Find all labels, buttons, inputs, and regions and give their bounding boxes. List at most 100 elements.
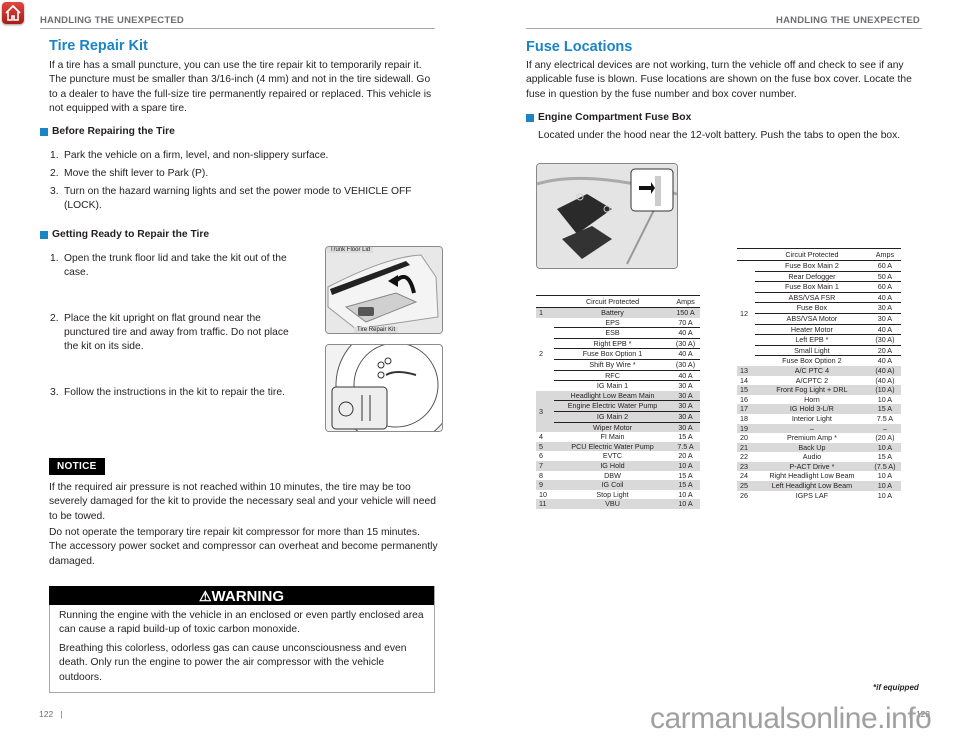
circuit-protected: DBW	[604, 470, 621, 480]
table-row: 7 IG Hold 10 A	[536, 460, 700, 471]
watermark: carmanualsonline.info	[650, 702, 932, 735]
circuit-protected: ABS/VSA FSR	[755, 292, 869, 304]
table-row: IG Main 1 30 A	[536, 381, 700, 391]
subheading-before: Before Repairing the Tire	[40, 126, 175, 137]
fuse-table-1: Circuit Protected Amps 1 Battery 150 A 2 EPS…	[536, 295, 700, 509]
amps: 50 A	[868, 271, 901, 283]
warning-paragraph-2: Breathing this colorless, odorless gas c…	[59, 643, 407, 683]
before-steps: 1. Park the vehicle on a firm, level, and…	[50, 149, 420, 213]
circuit-protected: Fuse Box Option 1	[554, 348, 672, 360]
amps: (30 A)	[671, 338, 700, 350]
amps: 10 A	[671, 460, 700, 471]
amps: 10 A	[868, 442, 901, 453]
table-row: 25 Left Headlight Low Beam 10 A	[737, 481, 901, 491]
amps: 40 A	[671, 370, 700, 382]
fuse-number: 22	[740, 452, 748, 462]
trunk-illustration: Trunk Floor Lid Tire Repair Kit	[325, 246, 443, 334]
circuit-protected: IG Coil	[554, 480, 672, 490]
amps: 7.5 A	[671, 441, 700, 452]
amps: 30 A	[671, 390, 700, 402]
subheading-text: Engine Compartment Fuse Box	[538, 112, 692, 123]
ready-steps: 1. Open the trunk floor lid and take the …	[50, 252, 300, 400]
circuit-protected: Battery	[554, 307, 672, 318]
amps: 15 A	[868, 404, 901, 414]
fuse-number: 6	[539, 451, 543, 461]
amps: 40 A	[877, 356, 893, 366]
amps: 30 A	[868, 313, 901, 325]
circuit-protected: Right EPB *	[554, 338, 672, 350]
amps: 10 A	[877, 394, 893, 404]
fuse-box-location-text: Located under the hood near the 12-volt …	[538, 130, 901, 141]
amps: 15 A	[671, 480, 700, 490]
table-row: 24 Right Headlight Low Beam 10 A	[737, 471, 901, 481]
circuit-protected: A/C PTC 4	[755, 365, 869, 376]
table-row: Engine Electric Water Pump 30 A	[536, 400, 700, 412]
amps: (10 A)	[868, 385, 901, 395]
warning-header: ⚠WARNING	[49, 586, 434, 605]
fuse-number: 3	[536, 390, 554, 433]
table-row: Shift By Wire * (30 A)	[536, 359, 700, 371]
subheading-engine-fuse-box: Engine Compartment Fuse Box	[526, 112, 691, 123]
circuit-protected: RFC	[554, 370, 672, 382]
circuit-protected: Rear Defogger	[755, 271, 869, 283]
fuse-number: 14	[740, 375, 748, 385]
table-row: 2 EPS 70 A	[536, 317, 700, 358]
amps: 15 A	[877, 452, 893, 462]
page-title: Tire Repair Kit	[49, 38, 148, 54]
circuit-protected: IG Main 1	[596, 381, 629, 391]
fuse-box-illustration	[536, 163, 678, 269]
table-row: 6 EVTC 20 A	[536, 451, 700, 461]
circuit-protected: ESB	[554, 327, 672, 339]
table-row: ESB 40 A	[536, 327, 700, 339]
table-row: Wiper Motor 30 A	[536, 422, 700, 433]
table-row: 16 Horn 10 A	[737, 395, 901, 405]
amps: 7.5 A	[876, 413, 894, 423]
fuse-number: 21	[737, 442, 755, 453]
subheading-ready: Getting Ready to Repair the Tire	[40, 229, 209, 240]
amps: (40 A)	[868, 365, 901, 376]
amps: (20 A)	[875, 433, 895, 443]
circuit-protected: –	[755, 423, 869, 434]
amps: 150 A	[671, 307, 700, 318]
home-button[interactable]	[2, 2, 24, 24]
amps: (30 A)	[868, 334, 901, 346]
fuse-number: 20	[740, 433, 748, 443]
fuse-number: 17	[737, 404, 755, 414]
fuse-number: 26	[740, 490, 748, 500]
warning-paragraph-1: Running the engine with the vehicle in a…	[59, 610, 424, 636]
circuit-protected: PCU Electric Water Pump	[554, 441, 672, 452]
amps: 30 A	[671, 411, 700, 423]
home-icon	[5, 4, 21, 21]
amps: 10 A	[678, 489, 693, 499]
amps: 10 A	[868, 481, 901, 491]
figure-label-trunk-floor-lid: Trunk Floor Lid	[327, 247, 374, 253]
circuit-protected: EVTC	[602, 451, 623, 461]
table-row: 26 IGPS LAF 10 A	[737, 491, 901, 501]
step-item: 1. Park the vehicle on a firm, level, and…	[50, 150, 329, 161]
fuse-title: Fuse Locations	[526, 39, 633, 55]
table-header-row: Circuit Protected Amps	[536, 295, 700, 308]
fuse-number: 10	[539, 489, 547, 499]
section-header: HANDLING THE UNEXPECTED	[40, 15, 184, 26]
amps: 40 A	[671, 327, 700, 339]
fuse-number: 23	[737, 461, 755, 472]
circuit-protected: Small Light	[755, 345, 869, 357]
fuse-number: 11	[536, 499, 554, 509]
amps: –	[868, 423, 901, 434]
fuse-number: 18	[740, 413, 748, 423]
circuit-protected: Back Up	[755, 442, 869, 453]
column-header-amps: Amps	[868, 248, 901, 261]
table-row: 13 A/C PTC 4 (40 A)	[737, 365, 901, 376]
circuit-protected: Premium Amp *	[786, 433, 837, 443]
circuit-protected: Headlight Low Beam Main	[554, 390, 672, 402]
column-header-circuit: Circuit Protected	[554, 295, 672, 308]
table-row: Rear Defogger 50 A	[737, 271, 901, 283]
header-divider	[40, 28, 435, 29]
figure-label-tire-repair-kit: Tire Repair Kit	[354, 327, 399, 333]
fuse-number: 5	[536, 441, 554, 452]
circuit-protected: Stop Light	[596, 489, 629, 499]
fuse-intro: If any electrical devices are not workin…	[526, 60, 912, 100]
table-row: 18 Interior Light 7.5 A	[737, 414, 901, 424]
warning-label: WARNING	[211, 588, 285, 605]
table-row: 10 Stop Light 10 A	[536, 490, 700, 500]
